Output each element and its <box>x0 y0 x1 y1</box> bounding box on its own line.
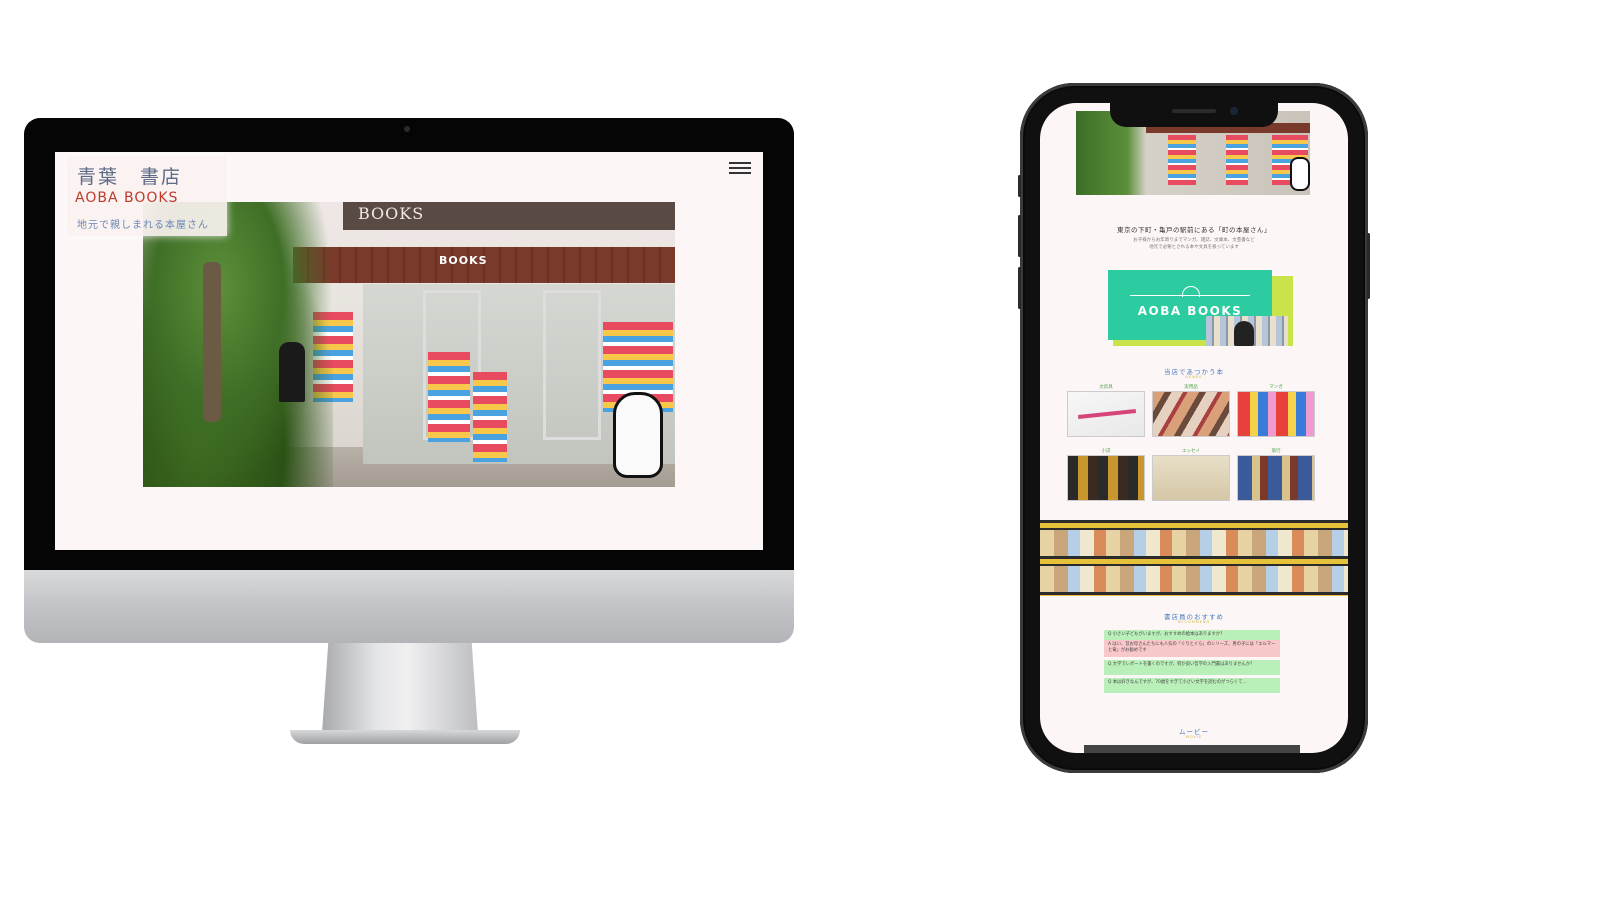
bookshelf-banner <box>1040 520 1348 596</box>
movie-player[interactable] <box>1084 745 1300 753</box>
genre-image <box>1152 391 1230 437</box>
hero-image: BOOKS BOOKS <box>143 202 675 487</box>
phone-device: 東京の下町・亀戸の駅前にある「町の本屋さん」 お子様からお年寄りまでマンガ、雑誌… <box>1018 83 1370 773</box>
genre-card[interactable]: 文房具 <box>1067 385 1145 437</box>
phone-screen: 東京の下町・亀戸の駅前にある「町の本屋さん」 お子様からお年寄りまでマンガ、雑誌… <box>1040 103 1348 753</box>
genre-section-subtitle: GENRE <box>1185 375 1203 379</box>
monitor-bezel: BOOKS BOOKS 青葉 書店 AOBA BOOKS 地元で親しまれる本屋さ… <box>24 118 794 570</box>
mute-switch <box>1018 175 1021 197</box>
leaf-arc-icon <box>1182 286 1200 297</box>
genre-card[interactable]: エッセイ <box>1152 449 1230 501</box>
desktop-screen: BOOKS BOOKS 青葉 書店 AOBA BOOKS 地元で親しまれる本屋さ… <box>55 152 763 550</box>
faq-answer: A はい、昔お母さんたちにも人気の「ぐりとぐら」のシリーズ、男の子には「エルマー… <box>1104 640 1280 657</box>
recommend-section-subtitle: RECOMMEND <box>1177 620 1211 624</box>
faq-question[interactable]: Q 大学でレポートを書くのですが、何か良い哲学の入門書はありませんか？ <box>1104 660 1280 675</box>
volume-up-button <box>1018 215 1021 257</box>
camera-icon <box>404 126 410 132</box>
genre-image <box>1067 455 1145 501</box>
staff-figure <box>1234 321 1254 346</box>
monitor-base <box>290 730 520 744</box>
desktop-monitor: BOOKS BOOKS 青葉 書店 AOBA BOOKS 地元で親しまれる本屋さ… <box>24 118 794 643</box>
genre-card[interactable]: マンガ <box>1237 385 1315 437</box>
genre-card[interactable]: 小説 <box>1067 449 1145 501</box>
faq-question[interactable]: Q 本は好きなんですが、70歳をすぎて小さい文字を読むのがつらくて… <box>1104 678 1280 693</box>
genre-image <box>1152 455 1230 501</box>
intro-line: 地元で必要とされる本や文具を扱っています <box>1149 245 1239 250</box>
intro-line: お子様からお年寄りまでマンガ、雑誌、文庫本、文芸書など <box>1133 238 1255 243</box>
mobile-intro: お子様からお年寄りまでマンガ、雑誌、文庫本、文芸書など 地元で必要とされる本や文… <box>1100 237 1288 251</box>
site-logo[interactable]: 青葉 書店 AOBA BOOKS 地元で親しまれる本屋さん <box>67 156 227 236</box>
hero-sign-text: BOOKS <box>358 204 425 223</box>
genre-card[interactable]: 実用品 <box>1152 385 1230 437</box>
monitor-chin <box>24 570 794 643</box>
monitor-stand <box>322 643 478 733</box>
logo-tagline: 地元で親しまれる本屋さん <box>77 220 209 231</box>
genre-image <box>1237 391 1315 437</box>
power-button <box>1367 233 1370 299</box>
logo-japanese: 青葉 書店 <box>77 166 183 188</box>
logo-english: AOBA BOOKS <box>75 190 179 206</box>
genre-image <box>1237 455 1315 501</box>
genre-image <box>1067 391 1145 437</box>
penguin-mascot <box>613 392 663 478</box>
volume-down-button <box>1018 267 1021 309</box>
hero-store-label: BOOKS <box>439 254 488 267</box>
hamburger-icon[interactable] <box>729 162 751 177</box>
faq-question[interactable]: Q 小さい子どもがいますが、おすすめの絵本はありますか？ <box>1104 630 1280 640</box>
movie-section-subtitle: MOVIE <box>1185 735 1203 739</box>
genre-card[interactable]: 旅行 <box>1237 449 1315 501</box>
customer-figure <box>279 342 305 402</box>
phone-notch <box>1110 103 1278 127</box>
mobile-headline: 東京の下町・亀戸の駅前にある「町の本屋さん」 <box>1117 226 1271 234</box>
